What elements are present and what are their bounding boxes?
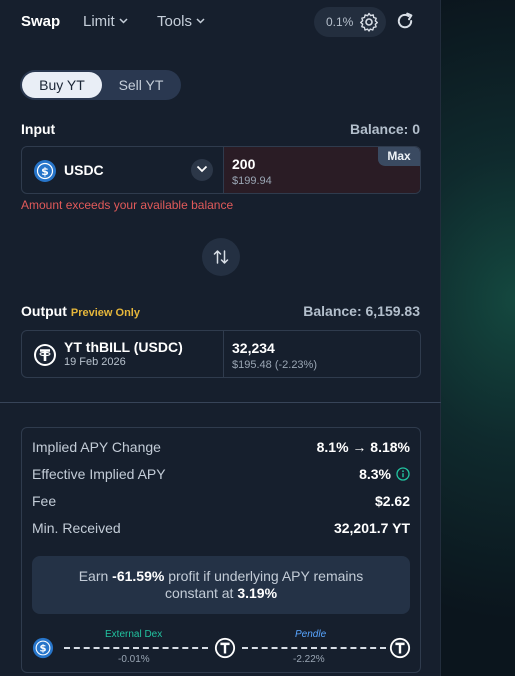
detail-value: 8.1% → 8.18% (316, 439, 410, 455)
nav-tools[interactable]: Tools (157, 13, 205, 30)
detail-label: Min. Received (32, 520, 121, 536)
input-label: Input (21, 121, 56, 137)
earn-line2: constant at (164, 585, 234, 601)
output-maturity-date: 19 Feb 2026 (64, 356, 126, 368)
usdc-icon: $ (34, 160, 56, 182)
detail-value: $2.62 (374, 493, 410, 509)
output-token-name: YT thBILL (USDC) (64, 339, 183, 355)
top-bar: Swap Limit Tools 0.1% (0, 0, 441, 44)
slippage-settings-button[interactable]: 0.1% (314, 7, 386, 37)
earn-profit-notice: Earn -61.59% profit if underlying APY re… (32, 556, 410, 614)
detail-value: 32,201.7 YT (333, 520, 410, 536)
input-token-selector[interactable]: $ USDC (22, 147, 223, 193)
output-label-wrap: Output Preview Only (21, 303, 140, 319)
buy-sell-toggle: Buy YT Sell YT (20, 70, 181, 100)
earn-apy-value: 3.19% (237, 585, 278, 601)
tether-icon (34, 344, 56, 366)
usdc-icon: $ (32, 637, 54, 659)
route-line (242, 647, 386, 649)
detail-value-wrap: 8.3% (359, 466, 410, 482)
nav-limit[interactable]: Limit (83, 13, 128, 30)
output-amount-usd: $195.48 (-2.23%) (232, 359, 317, 371)
swap-arrows-icon (213, 250, 229, 264)
swap-direction-button[interactable] (202, 238, 240, 276)
earn-prefix: Earn (78, 568, 109, 584)
input-box: $ USDC 200 $199.94 Max (21, 146, 421, 194)
output-box: YT thBILL (USDC) 19 Feb 2026 32,234 $195… (21, 330, 421, 378)
route-step2-name: Pendle (295, 629, 327, 640)
route-step2-pct: -2.22% (293, 654, 325, 665)
route-step1-pct: -0.01% (118, 654, 150, 665)
nav-tools-label: Tools (157, 13, 193, 30)
detail-value: 8.3% (359, 466, 391, 482)
input-amount[interactable]: 200 (232, 156, 255, 172)
gear-icon (360, 12, 378, 32)
route-step1-name: External Dex (105, 629, 163, 640)
max-button[interactable]: Max (378, 147, 420, 166)
nav-swap[interactable]: Swap (21, 13, 60, 30)
chevron-down-icon (119, 18, 128, 24)
chevron-down-icon (196, 18, 205, 24)
info-icon[interactable] (396, 467, 410, 481)
detail-row-effective-implied-apy: Effective Implied APY 8.3% (32, 466, 410, 486)
token-dropdown-button[interactable] (191, 159, 213, 181)
preview-only-badge: Preview Only (70, 307, 140, 319)
output-label: Output (21, 303, 67, 319)
earn-profit-value: -61.59% (112, 568, 165, 584)
tether-icon (389, 637, 411, 659)
balance-error-message: Amount exceeds your available balance (21, 198, 234, 212)
input-token-name: USDC (64, 162, 104, 178)
trade-details: Implied APY Change 8.1% → 8.18% Effectiv… (21, 427, 421, 673)
tether-icon (214, 637, 236, 659)
output-balance: Balance: 6,159.83 (303, 303, 420, 319)
output-token-info: YT thBILL (USDC) 19 Feb 2026 (22, 331, 223, 377)
chevron-down-icon (196, 165, 208, 173)
nav-limit-label: Limit (83, 13, 115, 30)
detail-label: Effective Implied APY (32, 466, 166, 482)
tab-sell-yt[interactable]: Sell YT (102, 72, 180, 98)
input-amount-usd: $199.94 (232, 175, 272, 187)
route-visualization: $ External Dex -0.01% Pendle -2.22% (22, 624, 420, 672)
detail-row-fee: Fee $2.62 (32, 493, 410, 513)
detail-label: Fee (32, 493, 57, 509)
slippage-value: 0.1% (326, 15, 354, 29)
output-amount-field: 32,234 $195.48 (-2.23%) (223, 331, 420, 377)
section-divider (0, 402, 441, 403)
input-amount-field[interactable]: 200 $199.94 Max (223, 147, 420, 193)
detail-row-implied-apy-change: Implied APY Change 8.1% → 8.18% (32, 439, 410, 459)
tab-buy-yt[interactable]: Buy YT (22, 72, 102, 98)
detail-row-min-received: Min. Received 32,201.7 YT (32, 520, 410, 540)
swap-panel: Swap Limit Tools 0.1% Buy YT Sell YT Inp… (0, 0, 441, 676)
output-amount: 32,234 (232, 340, 275, 356)
input-balance: Balance: 0 (349, 121, 420, 137)
earn-middle: profit if underlying APY remains (168, 568, 364, 584)
svg-text:$: $ (39, 644, 46, 655)
refresh-icon[interactable] (395, 11, 415, 31)
route-line (64, 647, 208, 649)
svg-text:$: $ (41, 165, 49, 178)
detail-label: Implied APY Change (32, 439, 161, 455)
